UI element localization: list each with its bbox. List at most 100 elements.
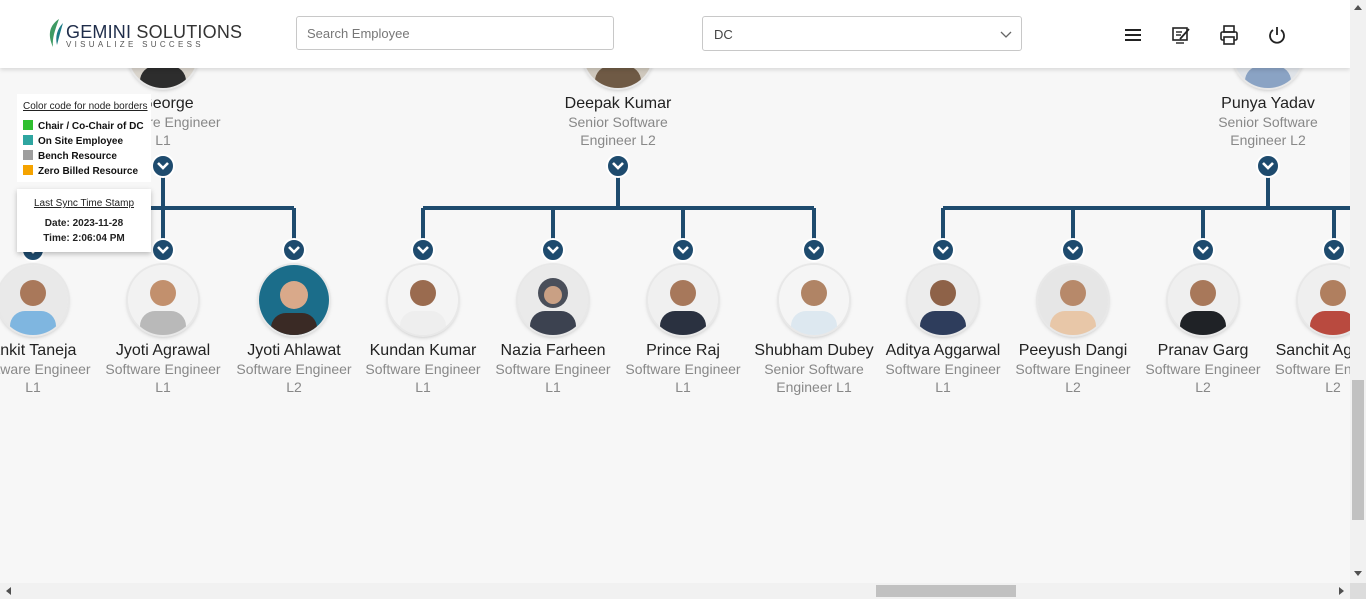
employee-node[interactable]: Kundan Kumar Software Engineer L1 xyxy=(358,265,488,396)
sync-date: Date: 2023-11-28 xyxy=(44,218,124,229)
avatar xyxy=(0,265,68,335)
sync-timestamp-box: Last Sync Time Stamp Date: 2023-11-28 Ti… xyxy=(17,189,151,252)
chevron-down-icon xyxy=(1197,246,1209,254)
notes-button[interactable] xyxy=(1170,24,1192,46)
legend-item-bench: Bench Resource xyxy=(23,150,117,162)
horizontal-scrollbar[interactable] xyxy=(0,583,1350,599)
employee-role: Software Engineer L1 xyxy=(0,361,91,395)
chevron-down-icon xyxy=(1067,246,1079,254)
chevron-down-icon xyxy=(1328,246,1340,254)
employee-role: Software Engineer L1 xyxy=(105,361,221,395)
chevron-down-icon xyxy=(1262,162,1274,170)
employee-node[interactable]: Aditya Aggarwal Software Engineer L1 xyxy=(878,265,1008,396)
power-icon xyxy=(1269,27,1285,44)
employee-name: Nazia Farheen xyxy=(500,342,606,359)
expand-toggle[interactable] xyxy=(1191,238,1215,262)
avatar xyxy=(779,265,849,335)
scroll-left-icon[interactable] xyxy=(5,587,11,595)
dc-select-value: DC xyxy=(714,27,733,42)
employee-node[interactable]: Jyoti Agrawal Software Engineer L1 xyxy=(98,265,228,396)
avatar xyxy=(128,265,198,335)
employee-node[interactable]: Shubham Dubey Senior Software Engineer L… xyxy=(749,265,879,396)
expand-toggle[interactable] xyxy=(151,238,175,262)
employee-role: Software Engineer L2 xyxy=(1015,361,1131,395)
logo-brand: GEMINI xyxy=(66,22,132,42)
chevron-down-icon xyxy=(417,246,429,254)
scroll-right-icon[interactable] xyxy=(1339,587,1345,595)
scroll-up-icon[interactable] xyxy=(1354,4,1362,10)
employee-node[interactable]: Ankit Taneja Software Engineer L1 xyxy=(0,265,98,396)
sync-title: Last Sync Time Stamp xyxy=(33,198,135,209)
employee-name: Pranav Garg xyxy=(1157,342,1249,359)
employee-node[interactable]: Prince Raj Software Engineer L1 xyxy=(618,265,748,396)
expand-toggle-george[interactable] xyxy=(151,154,175,178)
legend-label: Zero Billed Resource xyxy=(38,166,139,177)
legend-label: Bench Resource xyxy=(38,151,117,162)
employee-name: Deepak Kumar xyxy=(564,95,672,112)
print-icon xyxy=(1220,25,1238,45)
chevron-down-icon xyxy=(808,246,820,254)
notes-icon xyxy=(1172,27,1190,44)
expand-toggle-punya-yadav[interactable] xyxy=(1256,154,1280,178)
expand-toggle[interactable] xyxy=(541,238,565,262)
logout-button[interactable] xyxy=(1266,24,1288,46)
company-logo[interactable]: GEMINI SOLUTIONS VISUALIZE SUCCESS xyxy=(47,18,242,50)
avatar xyxy=(1298,265,1350,335)
logo-brand-2: SOLUTIONS xyxy=(136,22,243,42)
avatar xyxy=(1038,265,1108,335)
logo-tagline: VISUALIZE SUCCESS xyxy=(66,40,204,49)
leaf-logo-icon xyxy=(49,19,63,47)
expand-toggle-deepak-kumar[interactable] xyxy=(606,154,630,178)
expand-toggle[interactable] xyxy=(671,238,695,262)
employee-node[interactable]: Nazia Farheen Software Engineer L1 xyxy=(488,265,618,396)
horizontal-scrollbar-thumb[interactable] xyxy=(876,585,1016,597)
employee-name: Prince Raj xyxy=(646,342,720,359)
menu-button[interactable] xyxy=(1122,24,1144,46)
employee-name: Kundan Kumar xyxy=(369,342,477,359)
expand-toggle[interactable] xyxy=(1322,238,1346,262)
chevron-down-icon xyxy=(157,162,169,170)
scrollbar-corner xyxy=(1350,583,1366,599)
legend-item-chair: Chair / Co-Chair of DC xyxy=(23,120,144,132)
employee-node[interactable]: Peeyush Dangi Software Engineer L2 xyxy=(1008,265,1138,396)
avatar xyxy=(1168,265,1238,335)
employee-name: Punya Yadav xyxy=(1221,95,1315,112)
avatar xyxy=(648,265,718,335)
employee-name: Sanchit Agarwal xyxy=(1275,342,1350,359)
legend-label: Chair / Co-Chair of DC xyxy=(38,121,144,132)
sync-time: Time: 2:06:04 PM xyxy=(43,233,125,244)
chevron-down-icon xyxy=(157,246,169,254)
employee-node[interactable]: Jyoti Ahlawat Software Engineer L2 xyxy=(229,265,359,396)
dc-select[interactable]: DC xyxy=(702,16,1022,51)
legend-swatch xyxy=(23,165,33,175)
employee-role: Senior Software Engineer L2 xyxy=(568,114,668,148)
legend-item-zero-billed: Zero Billed Resource xyxy=(23,165,138,177)
chevron-down-icon xyxy=(288,246,300,254)
org-chart[interactable]: l George Software Engineer L1 Deepak Kum… xyxy=(0,0,1350,583)
search-employee-input[interactable] xyxy=(296,16,614,50)
vertical-scrollbar-thumb[interactable] xyxy=(1352,380,1364,520)
legend-swatch xyxy=(23,135,33,145)
employee-node[interactable]: Pranav Garg Software Engineer L2 xyxy=(1138,265,1268,396)
employee-role: Software Engineer L1 xyxy=(495,361,611,395)
employee-role: Software Engineer L1 xyxy=(885,361,1001,395)
expand-toggle[interactable] xyxy=(802,238,826,262)
employee-role: Software Engineer L1 xyxy=(625,361,741,395)
legend-item-onsite: On Site Employee xyxy=(23,135,123,147)
expand-toggle[interactable] xyxy=(411,238,435,262)
legend-title: Color code for node borders xyxy=(23,101,148,112)
expand-toggle[interactable] xyxy=(1061,238,1085,262)
print-button[interactable] xyxy=(1218,24,1240,46)
color-legend: Color code for node borders Chair / Co-C… xyxy=(17,94,151,182)
employee-node[interactable]: Sanchit Agarwal Software Engineer L2 xyxy=(1268,265,1350,396)
avatar xyxy=(259,265,329,335)
employee-role: Senior Software Engineer L1 xyxy=(764,361,864,395)
employee-name: Peeyush Dangi xyxy=(1018,342,1128,359)
employee-name: Aditya Aggarwal xyxy=(885,342,1001,359)
scroll-down-icon[interactable] xyxy=(1354,571,1362,577)
expand-toggle[interactable] xyxy=(282,238,306,262)
expand-toggle[interactable] xyxy=(931,238,955,262)
employee-role: Software Engineer L1 xyxy=(365,361,481,395)
employee-name: Jyoti Ahlawat xyxy=(247,342,341,359)
employee-role: Software Engineer L2 xyxy=(236,361,352,395)
